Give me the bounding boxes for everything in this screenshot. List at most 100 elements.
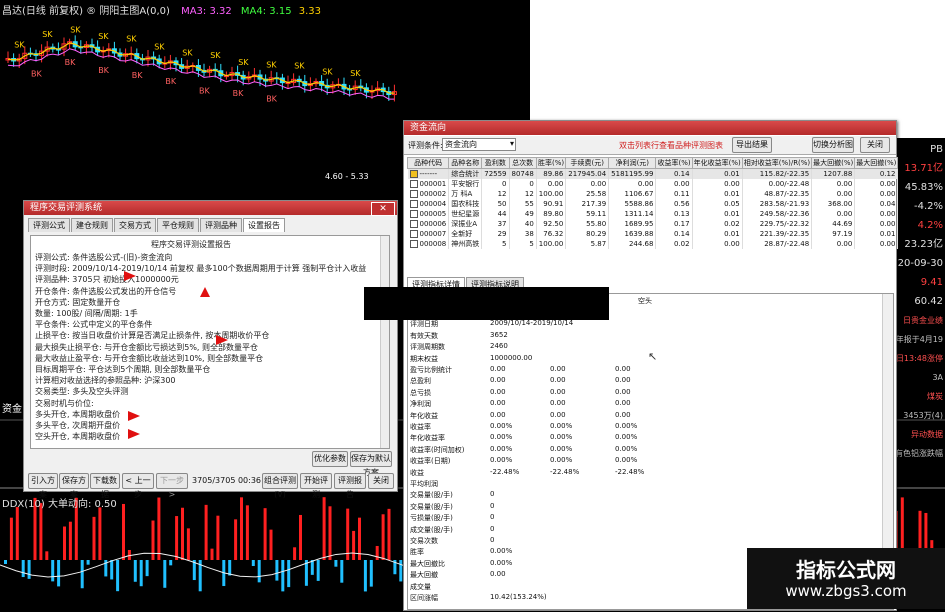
close-button[interactable]: 关闭 (368, 473, 394, 489)
table-row[interactable]: ------- 综合统计 72559 80748 89.86 217945.04 51811… (407, 168, 899, 179)
row-checkbox[interactable] (409, 180, 418, 188)
ddx-bar (45, 551, 49, 560)
table-cell-rel: 249.58/-22.36 (742, 209, 813, 219)
detail-label: 收益率(日期) (410, 457, 451, 466)
cell-text: 89.86 (543, 170, 564, 178)
fund-close-button[interactable]: 关闭 (860, 137, 890, 153)
table-row[interactable]: 000001 平安银行 0 0 0.00 0.00 0.00 0.00 0.00 0.00/-22… (407, 179, 899, 189)
report-tab[interactable]: 评测品种 (200, 218, 242, 232)
criteria-select[interactable]: 资金流向 ▾ (442, 138, 516, 151)
right-quote-panel: PB 13.71亿 45.83% -4.2% 4.2% 23.23亿 20-09-30 9.4… (893, 140, 945, 463)
backtest-report-dialog[interactable]: 程序交易评测系统 ✕ 评测公式 建仓规则 交易方式 平仓规则 评测品种 设置报告 程序交易… (23, 200, 398, 499)
row-checkbox[interactable] (409, 200, 418, 208)
ddx-bar (381, 514, 385, 560)
table-row[interactable]: 000004 国农科技 50 55 90.91 217.39 5588.86 0.56 0.05… (407, 199, 899, 209)
column-header[interactable]: 品种名称 (448, 157, 483, 169)
table-cell-total: 80748 (509, 168, 537, 179)
report-tab[interactable]: 设置报告 (243, 218, 285, 232)
switch-chart-button[interactable]: 切换分析图 (812, 137, 854, 153)
batch-test-button[interactable]: 组合评测(V) (262, 473, 298, 499)
table-cell-profit: 244.68 (608, 239, 657, 249)
column-header[interactable]: 净利润(元) (608, 157, 657, 169)
cell-text: 0 (502, 180, 507, 188)
column-header[interactable]: 相对收益率(%)/R(%) (741, 157, 813, 169)
result-table[interactable]: 品种代码 品种名称 盈利数 总次数 胜率(%) 手续费(元) 净利润(元) 收益率(%) 年化收… (406, 157, 899, 249)
row-checkbox[interactable] (409, 170, 418, 178)
table-row[interactable]: 000006 深振业A 37 40 92.50 55.80 1689.95 0.17 0.02 2… (407, 219, 899, 229)
table-cell-ret: 0.56 (655, 199, 693, 209)
table-cell-rate: 76.32 (536, 229, 567, 239)
column-header[interactable]: 品种代码 (406, 157, 450, 169)
table-row[interactable]: 000007 全新好 29 38 76.32 80.29 1639.88 0.14 0.01 22… (407, 229, 899, 239)
export-button[interactable]: 导出结果 (732, 137, 772, 153)
table-cell-profit: 5588.86 (608, 199, 657, 209)
download-data-button[interactable]: 下载数据 (90, 473, 120, 499)
start-test-button[interactable]: 开始评测 (300, 473, 332, 499)
cell-text: 49 (524, 210, 534, 218)
next-step-button[interactable]: 下一步 > (156, 473, 188, 499)
column-header[interactable]: 收益率(%) (655, 157, 693, 169)
column-header[interactable]: 最大回撤(%) (854, 157, 899, 169)
row-checkbox[interactable] (409, 230, 418, 238)
ddx-bar (257, 560, 261, 583)
row-checkbox[interactable] (409, 240, 418, 248)
detail-value: 0.00 (615, 399, 631, 408)
cell-text: 0.00 (674, 180, 690, 188)
report-tab[interactable]: 评测公式 (28, 218, 70, 232)
ddx-bar (275, 560, 279, 581)
detail-row: 区间涨幅 10.42(153.24%) (410, 593, 547, 603)
quote-value: 13.71亿 (904, 163, 943, 174)
cell-text: 0.01 (724, 190, 740, 198)
ddx-bar (210, 548, 214, 560)
cell-text: 1639.88 (624, 230, 654, 238)
optimize-button[interactable]: 优化参数 (312, 451, 348, 467)
row-checkbox[interactable] (409, 220, 418, 228)
detail-row: 收益率(时间加权) 0.00% 0.00% 0.00% (410, 445, 637, 455)
table-cell-rel: 28.87/-22.48 (742, 239, 813, 249)
report-text-area[interactable]: 程序交易评测设置报告 评测公式: 条件选股公式-(旧)-资金流向 评测时段: 20… (30, 235, 390, 449)
table-cell-rel: 229.75/-22.32 (742, 219, 813, 229)
ddx-bar (340, 560, 344, 583)
save-default-button[interactable]: 保存为默认方案 (350, 451, 392, 477)
table-row[interactable]: 000002 万 科A 12 12 100.00 25.58 1106.67 0.11 0.01… (407, 189, 899, 199)
report-tab[interactable]: 平仓规则 (157, 218, 199, 232)
column-header[interactable]: 年化收益率(%) (691, 157, 743, 169)
fund-flow-dialog[interactable]: 资金流向 评测条件: 资金流向 ▾ 双击列表行查看品种评测图表 导出结果 切换分… (403, 120, 899, 611)
prev-step-button[interactable]: < 上一步 (122, 473, 154, 499)
column-header[interactable]: 最大回撤(%) (811, 157, 856, 169)
quote-value: 45.83% (904, 182, 943, 193)
sk-marker: SK (266, 60, 277, 69)
row-checkbox[interactable] (409, 190, 418, 198)
table-cell-profit: 1311.14 (608, 209, 657, 219)
column-header[interactable]: 手续费(元) (565, 157, 610, 169)
report-tab[interactable]: 交易方式 (114, 218, 156, 232)
bk-marker: BK (233, 89, 244, 98)
test-report-button[interactable]: 评测报告 (334, 473, 366, 499)
annotation-arrow (124, 271, 136, 281)
ddx-bar (110, 560, 114, 580)
row-checkbox[interactable] (409, 210, 418, 218)
column-header[interactable]: 盈利数 (481, 157, 510, 169)
report-scrollbar[interactable] (380, 236, 389, 448)
table-row[interactable]: 000005 世纪星源 44 49 89.80 59.11 1311.14 0.13 0.01 2… (407, 209, 899, 219)
hint-note: 双击列表行查看品种评测图表 (619, 141, 723, 150)
report-close-icon[interactable]: ✕ (371, 202, 395, 216)
column-header[interactable]: 胜率(%) (535, 157, 567, 169)
detail-row: 交易次数 0 (410, 536, 494, 546)
report-heading: 程序交易评测设置报告 (151, 240, 231, 249)
cell-text: 249.58/-22.36 (759, 210, 810, 218)
table-cell-dd: 97.19 (811, 229, 856, 239)
detail-value: 0.00% (615, 456, 638, 465)
table-row[interactable]: 000008 神州高铁 5 5 100.00 5.87 244.68 0.02 0.00 28.8… (407, 239, 899, 249)
column-header[interactable]: 总次数 (508, 157, 537, 169)
table-cell-annual: 0.01 (692, 209, 743, 219)
report-tab[interactable]: 建仓规则 (71, 218, 113, 232)
import-button[interactable]: 引入方案 (28, 473, 58, 499)
ddx-bar (27, 560, 31, 579)
ddx-bar (387, 508, 391, 560)
detail-value: 0.00 (490, 387, 506, 396)
table-cell-ret: 0.00 (655, 179, 693, 189)
save-scheme-button[interactable]: 保存方案 (59, 473, 89, 499)
detail-row: 评测周期数 2460 (410, 342, 508, 352)
sk-marker: SK (238, 58, 249, 67)
